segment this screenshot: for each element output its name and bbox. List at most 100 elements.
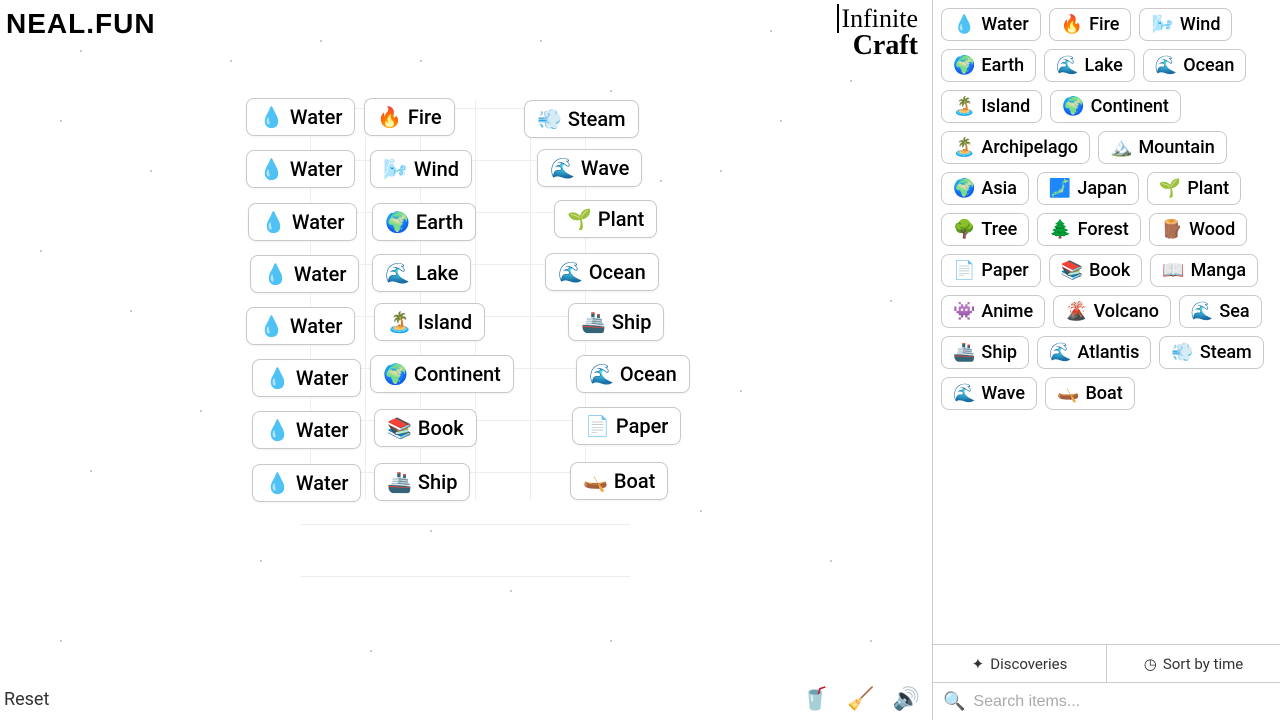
canvas-chip-paper[interactable]: 📄Paper [572, 407, 681, 445]
canvas-chip-water[interactable]: 💧Water [252, 359, 361, 397]
inventory-item-japan[interactable]: 🗾Japan [1037, 172, 1139, 205]
clock-icon: ◷ [1144, 655, 1157, 673]
canvas-chip-lake[interactable]: 🌊Lake [372, 254, 471, 292]
canvas-chip-book[interactable]: 📚Book [374, 409, 477, 447]
crafting-canvas[interactable]: 💧Water🔥Fire💨Steam💧Water🌬️Wind🌊Wave💧Water… [0, 0, 930, 720]
inventory-item-earth[interactable]: 🌍Earth [941, 49, 1036, 82]
canvas-chip-ocean[interactable]: 🌊Ocean [545, 253, 659, 291]
inventory-item-book[interactable]: 📚Book [1049, 254, 1143, 287]
water-icon: 💧 [265, 418, 290, 442]
inventory-item-volcano[interactable]: 🌋Volcano [1053, 295, 1171, 328]
inventory-item-island[interactable]: 🏝️Island [941, 90, 1042, 123]
inventory-item-label: Sea [1219, 301, 1249, 322]
inventory-item-wood[interactable]: 🪵Wood [1149, 213, 1248, 246]
inventory-panel: 💧Water🔥Fire🌬️Wind 🌍Earth🌊Lake🌊Ocean 🏝️Isla… [933, 0, 1280, 644]
canvas-chip-water[interactable]: 💧Water [246, 307, 355, 345]
chip-label: Water [296, 418, 349, 442]
inventory-item-continent[interactable]: 🌍Continent [1050, 90, 1181, 123]
canvas-chip-water[interactable]: 💧Water [246, 150, 355, 188]
cup-icon[interactable]: 🥤 [802, 687, 829, 712]
inventory-item-forest[interactable]: 🌲Forest [1037, 213, 1140, 246]
inventory-item-atlantis[interactable]: 🌊 Atlantis [1037, 336, 1151, 369]
dust-particle [610, 640, 612, 642]
inventory-item-wind[interactable]: 🌬️Wind [1139, 8, 1232, 41]
water-icon: 💧 [259, 314, 284, 338]
dust-particle [870, 640, 872, 642]
canvas-chip-steam[interactable]: 💨Steam [524, 100, 639, 138]
canvas-chip-water[interactable]: 💧Water [252, 464, 361, 502]
canvas-chip-boat[interactable]: 🛶Boat [570, 462, 668, 500]
manga-icon: 📖 [1162, 260, 1184, 281]
inventory-item-boat[interactable]: 🛶Boat [1045, 377, 1135, 410]
canvas-chip-plant[interactable]: 🌱Plant [554, 200, 657, 238]
inventory-item-paper[interactable]: 📄Paper [941, 254, 1041, 287]
inventory-item-steam[interactable]: 💨Steam [1159, 336, 1263, 369]
dust-particle [230, 60, 232, 62]
inventory-item-water[interactable]: 💧Water [941, 8, 1041, 41]
tab-sort-label: Sort by time [1163, 655, 1243, 673]
sidebar: 💧Water🔥Fire🌬️Wind 🌍Earth🌊Lake🌊Ocean 🏝️Isla… [932, 0, 1280, 720]
chip-label: Book [418, 416, 464, 440]
canvas-chip-earth[interactable]: 🌍Earth [372, 203, 476, 241]
inventory-item-manga[interactable]: 📖Manga [1150, 254, 1258, 287]
canvas-chip-ship[interactable]: 🚢Ship [568, 303, 664, 341]
tab-sort[interactable]: ◷ Sort by time [1107, 645, 1280, 682]
inventory-item-archipelago[interactable]: 🏝️Archipelago [941, 131, 1090, 164]
inventory-item-plant[interactable]: 🌱Plant [1147, 172, 1241, 205]
canvas-chip-wind[interactable]: 🌬️Wind [370, 150, 472, 188]
sparkle-icon: ✦ [972, 655, 985, 673]
asia-icon: 🌍 [953, 178, 975, 199]
inventory-item-label: Wood [1189, 219, 1235, 240]
wave-icon: 🌊 [953, 383, 975, 404]
broom-icon[interactable]: 🧹 [847, 687, 874, 712]
chip-label: Ocean [620, 362, 677, 386]
dust-particle [660, 180, 662, 182]
dust-particle [740, 390, 742, 392]
volcano-icon: 🌋 [1065, 301, 1087, 322]
inventory-item-label: Atlantis [1077, 342, 1139, 363]
canvas-chip-water[interactable]: 💧Water [250, 255, 359, 293]
grid-line [300, 576, 630, 577]
island-icon: 🏝️ [953, 96, 975, 117]
plant-icon: 🌱 [567, 207, 592, 231]
canvas-chip-wave[interactable]: 🌊Wave [537, 149, 642, 187]
ocean-icon: 🌊 [589, 362, 614, 386]
grid-line [365, 100, 366, 500]
canvas-chip-water[interactable]: 💧Water [252, 411, 361, 449]
sea-icon: 🌊 [1191, 301, 1213, 322]
wind-icon: 🌬️ [383, 157, 408, 181]
inventory-item-asia[interactable]: 🌍Asia [941, 172, 1029, 205]
canvas-chip-ship[interactable]: 🚢Ship [374, 463, 470, 501]
ship-icon: 🚢 [387, 470, 412, 494]
canvas-chip-water[interactable]: 💧Water [246, 98, 355, 136]
bottom-bar: Reset 🥤 🧹 🔊 [0, 682, 930, 720]
canvas-chip-continent[interactable]: 🌍Continent [370, 355, 514, 393]
inventory-item-label: Paper [981, 260, 1028, 281]
search-icon: 🔍 [943, 691, 965, 712]
atlantis-icon: 🌊 [1049, 342, 1071, 363]
inventory-item-fire[interactable]: 🔥Fire [1049, 8, 1132, 41]
inventory-item-tree[interactable]: 🌳Tree [941, 213, 1029, 246]
inventory-item-mountain[interactable]: 🏔️Mountain [1098, 131, 1227, 164]
search-input[interactable] [973, 693, 1270, 711]
inventory-item-label: Water [981, 14, 1028, 35]
canvas-chip-ocean[interactable]: 🌊Ocean [576, 355, 690, 393]
boat-icon: 🛶 [1057, 383, 1079, 404]
dust-particle [260, 560, 262, 562]
inventory-item-sea[interactable]: 🌊 Sea [1179, 295, 1262, 328]
mountain-icon: 🏔️ [1110, 137, 1132, 158]
inventory-item-anime[interactable]: 👾Anime [941, 295, 1045, 328]
inventory-item-ocean[interactable]: 🌊Ocean [1143, 49, 1247, 82]
lake-icon: 🌊 [385, 261, 410, 285]
canvas-chip-water[interactable]: 💧Water [248, 203, 357, 241]
sound-icon[interactable]: 🔊 [893, 687, 920, 712]
tab-discoveries[interactable]: ✦ Discoveries [933, 645, 1107, 682]
reset-button[interactable]: Reset [4, 689, 49, 710]
inventory-item-lake[interactable]: 🌊Lake [1044, 49, 1135, 82]
inventory-item-ship[interactable]: 🚢Ship [941, 336, 1029, 369]
inventory-item-wave[interactable]: 🌊Wave [941, 377, 1037, 410]
canvas-chip-island[interactable]: 🏝️Island [374, 303, 485, 341]
dust-particle [200, 410, 202, 412]
canvas-chip-fire[interactable]: 🔥Fire [364, 98, 455, 136]
chip-label: Steam [568, 107, 626, 131]
